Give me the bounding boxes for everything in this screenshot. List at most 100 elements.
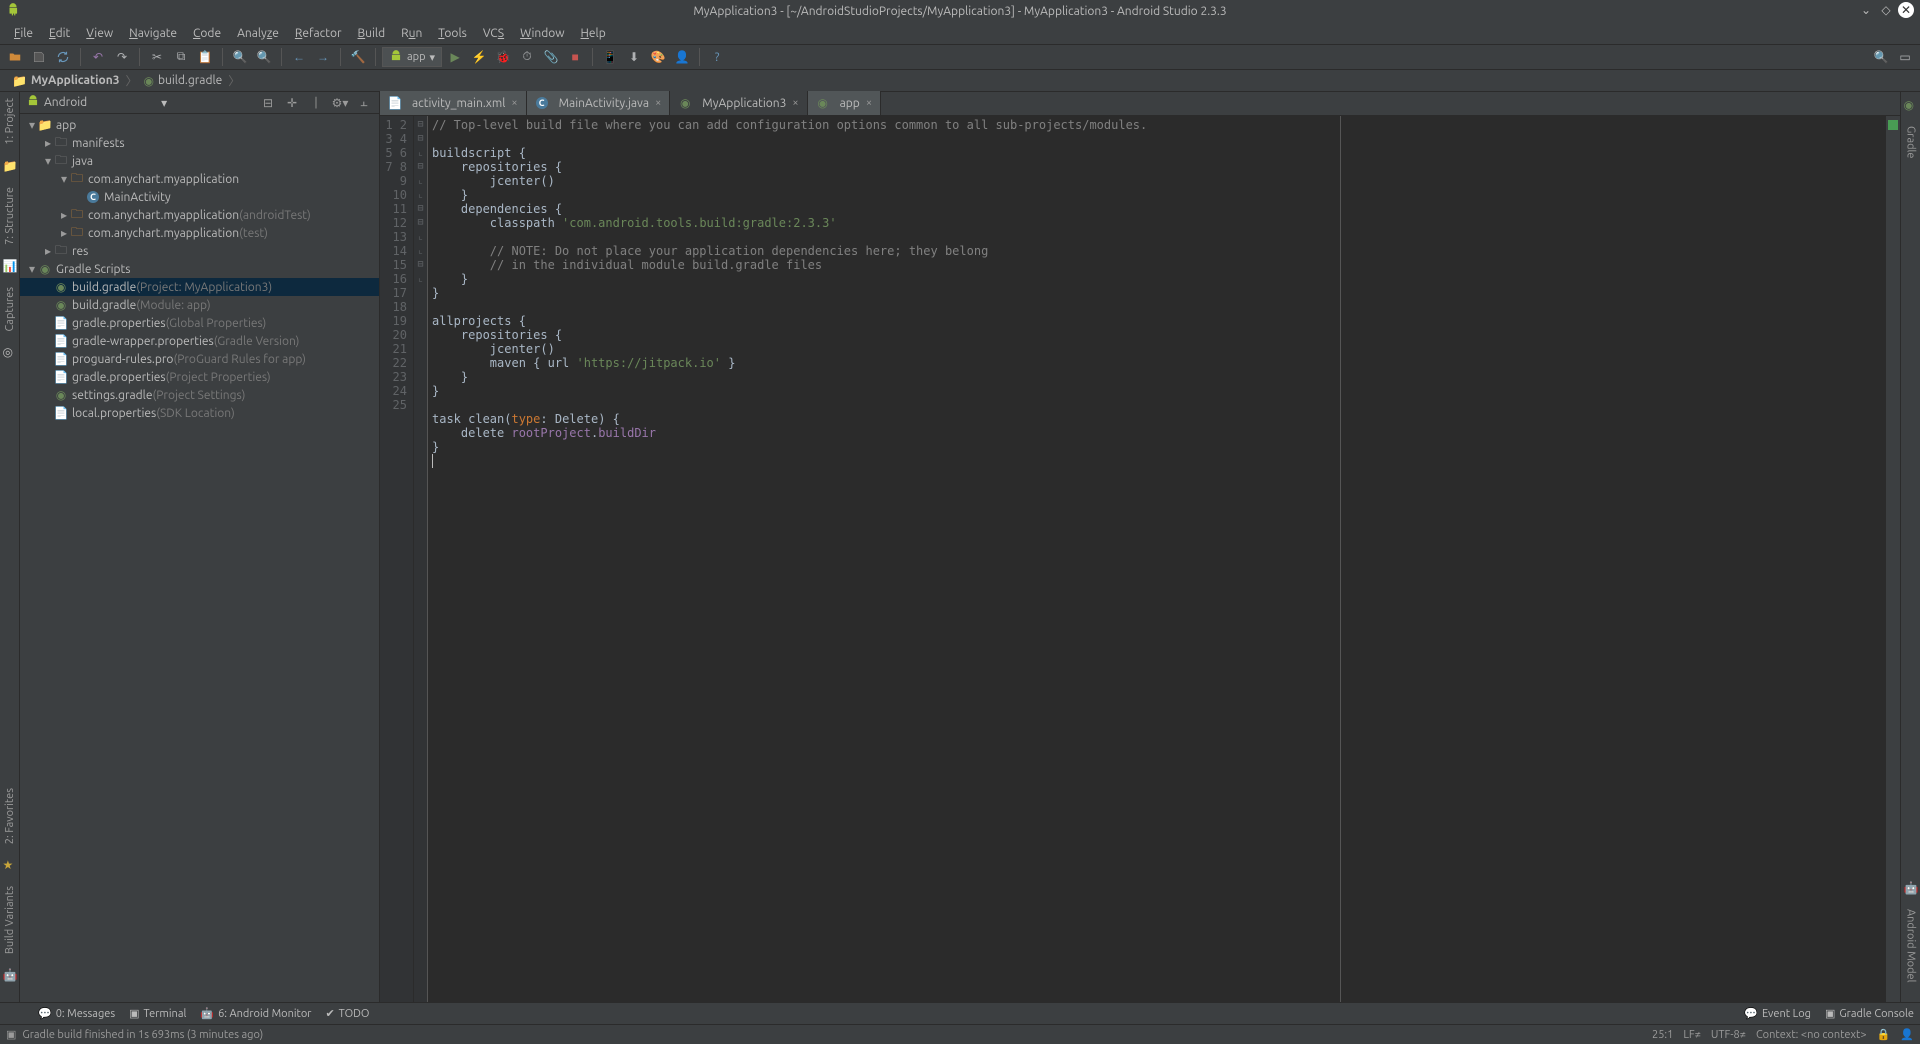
tree-row[interactable]: ▾🗀java — [20, 152, 379, 170]
tree-row[interactable]: ▾📁app — [20, 116, 379, 134]
tool-project[interactable]: 1: Project — [4, 98, 16, 145]
breadcrumb-project[interactable]: 📁 MyApplication3 — [6, 74, 125, 88]
tree-row[interactable]: CMainActivity — [20, 188, 379, 206]
apply-changes-icon[interactable]: ⚡ — [468, 46, 490, 68]
menu-run[interactable]: Run — [393, 25, 430, 42]
expand-icon[interactable]: ▸ — [58, 208, 70, 222]
gear-icon[interactable]: ⚙▾ — [331, 94, 349, 112]
menu-vcs[interactable]: VCS — [475, 25, 512, 42]
open-icon[interactable] — [4, 46, 26, 68]
avd-icon[interactable]: 📱 — [599, 46, 621, 68]
line-number-gutter[interactable]: 1 2 3 4 5 6 7 8 9 10 11 12 13 14 15 16 1… — [380, 116, 414, 1002]
code-editor[interactable]: // Top-level build file where you can ad… — [428, 116, 1341, 1002]
find-icon[interactable]: 🔍 — [229, 46, 251, 68]
tree-row[interactable]: 📄local.properties (SDK Location) — [20, 404, 379, 422]
back-icon[interactable]: ← — [288, 46, 310, 68]
attach-icon[interactable]: 📎 — [540, 46, 562, 68]
tree-row[interactable]: ▸🗀res — [20, 242, 379, 260]
tool-gradle[interactable]: Gradle — [1905, 126, 1917, 159]
paste-icon[interactable]: 📋 — [194, 46, 216, 68]
tree-row[interactable]: ▸🗀com.anychart.myapplication (test) — [20, 224, 379, 242]
close-tab-icon[interactable]: × — [655, 97, 661, 109]
tool-terminal[interactable]: ▣Terminal — [129, 1007, 186, 1020]
tree-row[interactable]: ◉build.gradle (Module: app) — [20, 296, 379, 314]
tree-row[interactable]: ◉settings.gradle (Project Settings) — [20, 386, 379, 404]
marker-strip[interactable] — [1886, 116, 1900, 1002]
tool-favorites[interactable]: 2: Favorites — [4, 788, 16, 844]
close-tab-icon[interactable]: × — [792, 97, 798, 109]
device-icon[interactable]: 👤 — [671, 46, 693, 68]
search-everywhere-icon[interactable]: 🔍 — [1870, 46, 1892, 68]
menu-edit[interactable]: Edit — [41, 25, 78, 42]
tool-build-variants[interactable]: Build Variants — [4, 886, 16, 954]
project-tree[interactable]: ▾📁app▸🗀manifests▾🗀java▾🗀com.anychart.mya… — [20, 114, 379, 1002]
close-tab-icon[interactable]: × — [511, 97, 517, 109]
save-all-icon[interactable] — [28, 46, 50, 68]
expand-icon[interactable]: ▾ — [58, 172, 70, 186]
close-button[interactable]: ✕ — [1898, 2, 1914, 18]
hector-icon[interactable]: 👤 — [1900, 1028, 1914, 1041]
menu-file[interactable]: File — [6, 25, 41, 42]
tool-captures[interactable]: Captures — [4, 287, 16, 331]
expand-icon[interactable]: ▸ — [42, 244, 54, 258]
toolbar-avatar-icon[interactable]: ▭ — [1894, 46, 1916, 68]
menu-tools[interactable]: Tools — [430, 25, 475, 42]
menu-navigate[interactable]: Navigate — [121, 25, 185, 42]
project-view-selector[interactable]: Android ▾ — [26, 94, 253, 111]
copy-icon[interactable]: ⧉ — [170, 46, 192, 68]
status-cursor[interactable]: 25:1 — [1652, 1029, 1673, 1041]
tool-messages[interactable]: 💬0: Messages — [38, 1007, 115, 1020]
menu-view[interactable]: View — [78, 25, 121, 42]
expand-icon[interactable]: ▸ — [58, 226, 70, 240]
sdk-icon[interactable]: ⬇ — [623, 46, 645, 68]
status-window-icon[interactable]: ▣ — [6, 1028, 16, 1041]
tree-row[interactable]: ◉build.gradle (Project: MyApplication3) — [20, 278, 379, 296]
tree-row[interactable]: ▾🗀com.anychart.myapplication — [20, 170, 379, 188]
tree-row[interactable]: 📄gradle.properties (Project Properties) — [20, 368, 379, 386]
tree-row[interactable]: 📄proguard-rules.pro (ProGuard Rules for … — [20, 350, 379, 368]
menu-window[interactable]: Window — [512, 25, 572, 42]
tree-row[interactable]: ▾◉Gradle Scripts — [20, 260, 379, 278]
fold-gutter[interactable]: ⊟ ⊟ ⌞ ⊟ ⌞ ⌞ ⊟ ⊟ ⌞ ⌞ ⊟ ⌞ — [414, 116, 428, 1002]
status-encoding[interactable]: UTF-8≠ — [1711, 1029, 1746, 1041]
editor-tab[interactable]: ◉app× — [808, 91, 881, 115]
tree-row[interactable]: ▸🗀manifests — [20, 134, 379, 152]
editor-tab[interactable]: ◉MyApplication3× — [670, 91, 807, 115]
debug-icon[interactable]: 🐞 — [492, 46, 514, 68]
close-tab-icon[interactable]: × — [866, 97, 872, 109]
tree-row[interactable]: 📄gradle-wrapper.properties (Gradle Versi… — [20, 332, 379, 350]
tool-gradle-console[interactable]: ▣Gradle Console — [1825, 1007, 1914, 1020]
layout-icon[interactable]: 🎨 — [647, 46, 669, 68]
menu-refactor[interactable]: Refactor — [287, 25, 350, 42]
expand-icon[interactable]: ▾ — [42, 154, 54, 168]
replace-icon[interactable]: 🔍 — [253, 46, 275, 68]
status-line-separator[interactable]: LF≠ — [1683, 1029, 1701, 1041]
hide-icon[interactable]: ⫠ — [355, 94, 373, 112]
stop-icon[interactable]: ■ — [564, 46, 586, 68]
run-icon[interactable]: ▶ — [444, 46, 466, 68]
tree-row[interactable]: 📄gradle.properties (Global Properties) — [20, 314, 379, 332]
tree-row[interactable]: ▸🗀com.anychart.myapplication (androidTes… — [20, 206, 379, 224]
tool-event-log[interactable]: 💬Event Log — [1744, 1007, 1811, 1020]
undo-icon[interactable]: ↶ — [87, 46, 109, 68]
run-config-selector[interactable]: app ▾ — [382, 47, 442, 67]
breadcrumb-file[interactable]: ◉ build.gradle — [138, 74, 229, 88]
lock-icon[interactable]: 🔒 — [1877, 1028, 1891, 1041]
collapse-all-icon[interactable]: ⊟ — [259, 94, 277, 112]
scroll-from-source-icon[interactable]: ✛ — [283, 94, 301, 112]
expand-icon[interactable]: ▾ — [26, 118, 38, 132]
menu-analyze[interactable]: Analyze — [229, 25, 287, 42]
cut-icon[interactable]: ✂ — [146, 46, 168, 68]
redo-icon[interactable]: ↷ — [111, 46, 133, 68]
minimize-button[interactable]: ⌄ — [1858, 2, 1874, 18]
maximize-button[interactable]: ◇ — [1878, 2, 1894, 18]
make-icon[interactable]: 🔨 — [347, 46, 369, 68]
sync-icon[interactable] — [52, 46, 74, 68]
expand-icon[interactable]: ▸ — [42, 136, 54, 150]
profile-icon[interactable]: ⏱ — [516, 46, 538, 68]
tool-android-monitor[interactable]: 🤖6: Android Monitor — [200, 1007, 311, 1020]
help-icon[interactable]: ? — [706, 46, 728, 68]
menu-help[interactable]: Help — [573, 25, 614, 42]
expand-icon[interactable]: ▾ — [26, 262, 38, 276]
tool-structure[interactable]: 7: Structure — [4, 187, 16, 245]
